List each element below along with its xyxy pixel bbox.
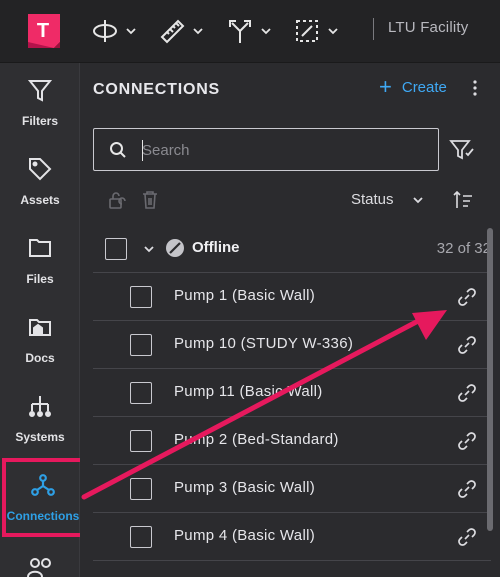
tag-icon	[27, 156, 53, 187]
item-name: Pump 11 (Basic Wall)	[174, 383, 323, 400]
docs-icon	[27, 314, 53, 345]
text-cursor	[142, 140, 143, 161]
plus-icon: +	[379, 74, 392, 99]
search-input[interactable]	[142, 137, 422, 163]
sidebar-item-label: Assets	[20, 193, 60, 207]
branch-tool-button[interactable]	[226, 17, 272, 45]
filter-icon	[27, 77, 53, 108]
folder-icon	[27, 235, 53, 266]
app-logo[interactable]: T	[24, 12, 62, 50]
group-name: Offline	[192, 239, 240, 256]
sidebar-item-people[interactable]	[0, 537, 80, 577]
row-checkbox[interactable]	[130, 382, 152, 404]
sidebar-item-files[interactable]: Files	[0, 221, 80, 300]
group-header-offline[interactable]: Offline 32 of 32	[93, 225, 491, 273]
sidebar-item-label: Filters	[21, 114, 58, 128]
sidebar-item-filters[interactable]: Filters	[0, 63, 80, 142]
sidebar-item-label: Systems	[15, 430, 65, 444]
orbit-icon	[91, 17, 119, 45]
chevron-down-icon	[126, 28, 136, 35]
item-name: Pump 4 (Basic Wall)	[174, 527, 316, 544]
item-name: Pump 10 (STUDY W-336)	[174, 335, 354, 352]
branch-icon	[226, 17, 254, 45]
status-select[interactable]: Status	[351, 191, 424, 208]
row-checkbox[interactable]	[130, 526, 152, 548]
create-label: Create	[401, 78, 447, 96]
item-name: Pump 3 (Basic Wall)	[174, 479, 316, 496]
chevron-down-icon	[412, 196, 423, 203]
more-options-icon[interactable]	[472, 79, 478, 97]
group-checkbox[interactable]	[105, 238, 127, 260]
list-item[interactable]: Pump 4 (Basic Wall)	[93, 513, 491, 561]
search-box	[93, 128, 439, 171]
list-item[interactable]: Pump 10 (STUDY W-336)	[93, 321, 491, 369]
top-bar: T LTU Facility	[0, 0, 500, 63]
item-name: Pump 1 (Basic Wall)	[174, 287, 316, 304]
search-icon	[109, 141, 127, 164]
sidebar-item-label: Connections	[6, 509, 80, 523]
list-item[interactable]: Pump 1 (Basic Wall)	[93, 273, 491, 321]
link-icon[interactable]	[456, 382, 478, 409]
item-name: Pump 2 (Bed-Standard)	[174, 431, 339, 448]
sidebar-item-connections[interactable]: Connections	[2, 458, 84, 537]
chevron-down-icon	[328, 28, 338, 35]
list-item[interactable]: Pump 2 (Bed-Standard)	[93, 417, 491, 465]
filter-button[interactable]	[449, 138, 475, 167]
offline-status-icon	[165, 238, 185, 263]
link-icon[interactable]	[456, 478, 478, 505]
list-item[interactable]: Pump 3 (Basic Wall)	[93, 465, 491, 513]
measure-tool-button[interactable]	[158, 17, 204, 45]
row-checkbox[interactable]	[130, 334, 152, 356]
chevron-down-icon[interactable]	[143, 243, 155, 255]
create-button[interactable]: + Create	[379, 76, 447, 98]
link-icon[interactable]	[456, 334, 478, 361]
chevron-down-icon	[193, 28, 203, 35]
row-checkbox[interactable]	[130, 286, 152, 308]
sidebar-item-label: Docs	[25, 351, 55, 365]
section-box-icon	[293, 17, 321, 45]
chevron-down-icon	[261, 28, 271, 35]
facility-name[interactable]: LTU Facility	[388, 19, 468, 36]
sort-button[interactable]	[452, 190, 474, 215]
sidebar-item-label: Files	[26, 272, 54, 286]
list-scrollbar[interactable]	[487, 228, 493, 531]
row-checkbox[interactable]	[130, 430, 152, 452]
filter-settings-icon	[449, 140, 475, 166]
toolbar-divider	[373, 18, 374, 40]
unlock-icon[interactable]	[107, 190, 127, 215]
people-icon	[25, 555, 55, 577]
link-icon[interactable]	[456, 286, 478, 313]
sidebar-item-systems[interactable]: Systems	[0, 379, 80, 458]
connections-panel: CONNECTIONS + Create Status	[80, 63, 500, 577]
logo-letter: T	[37, 20, 49, 42]
group-count: 32 of 32	[436, 240, 491, 257]
status-select-label: Status	[351, 191, 394, 208]
link-icon[interactable]	[456, 526, 478, 553]
panel-title: CONNECTIONS	[93, 81, 221, 98]
sort-ascending-icon	[452, 190, 474, 214]
link-icon[interactable]	[456, 430, 478, 457]
systems-icon	[27, 393, 53, 424]
trash-icon[interactable]	[141, 190, 159, 215]
bulk-actions	[107, 190, 159, 215]
section-box-tool-button[interactable]	[293, 17, 339, 45]
measure-icon	[158, 17, 186, 45]
sidebar: Filters Assets Files Docs Systems Connec…	[0, 63, 84, 577]
orbit-tool-button[interactable]	[91, 17, 137, 45]
connections-icon	[30, 472, 56, 503]
sidebar-item-assets[interactable]: Assets	[0, 142, 80, 221]
sidebar-item-docs[interactable]: Docs	[0, 300, 80, 379]
row-checkbox[interactable]	[130, 478, 152, 500]
list-item[interactable]: Pump 11 (Basic Wall)	[93, 369, 491, 417]
